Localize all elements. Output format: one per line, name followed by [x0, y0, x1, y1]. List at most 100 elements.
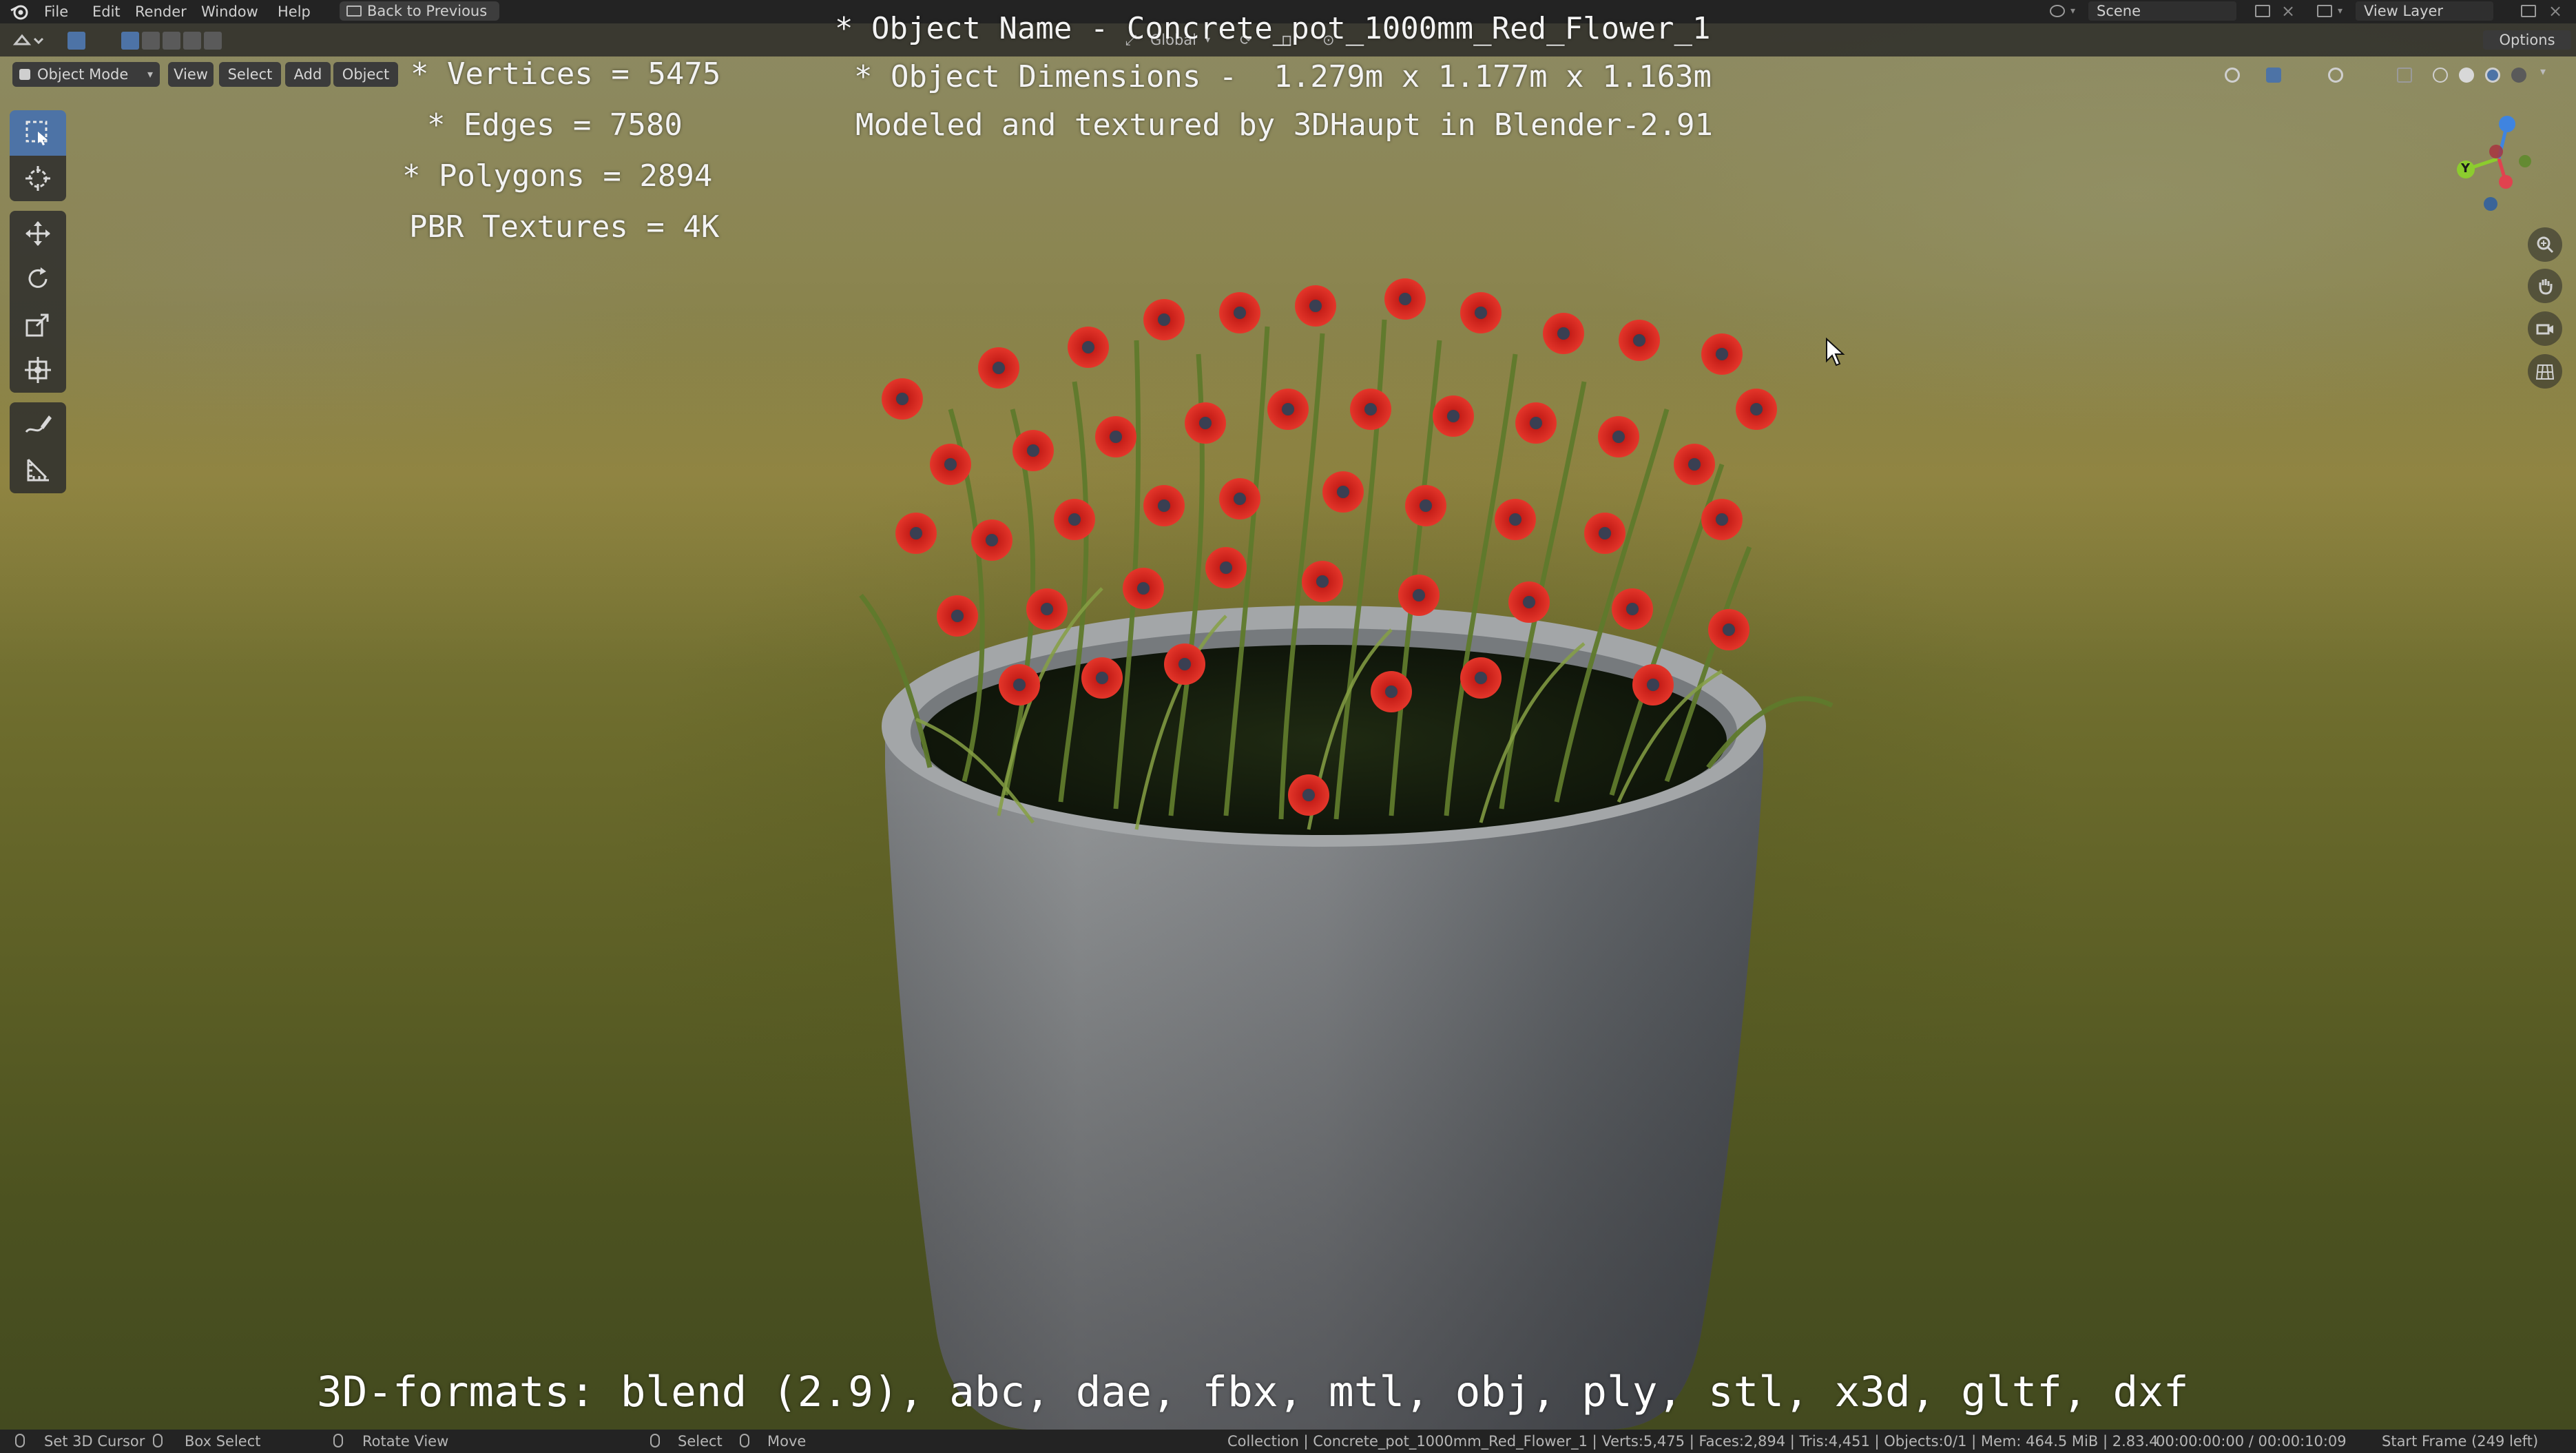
- scene-statistics: Collection | Concrete_pot_1000mm_Red_Flo…: [1227, 1433, 2159, 1450]
- object-mode-icon: [19, 69, 30, 80]
- menu-file[interactable]: File: [44, 3, 68, 21]
- select-box-tool[interactable]: [10, 110, 66, 156]
- rotate-icon: [28, 267, 48, 288]
- annotate-icon: [25, 415, 52, 433]
- editor-type-icon[interactable]: [12, 30, 48, 50]
- info-object-name: * Object Name - Concrete_pot_1000mm_Red_…: [835, 11, 1711, 46]
- hint-move: Move: [767, 1433, 807, 1450]
- menu-render[interactable]: Render: [135, 3, 187, 21]
- mode-label: Object Mode: [37, 66, 129, 83]
- stat-vertices: * Vertices = 5475: [411, 56, 721, 92]
- screen-icon: [346, 6, 362, 17]
- stat-textures: PBR Textures = 4K: [409, 209, 720, 245]
- select-tool-icon[interactable]: [67, 32, 85, 50]
- selection-mode-buttons: [67, 29, 247, 51]
- mode-select[interactable]: Object Mode ▾: [12, 62, 160, 87]
- perspective-toggle-button[interactable]: [2528, 354, 2562, 389]
- new-view-layer-icon[interactable]: [2521, 5, 2536, 17]
- overlays-icon[interactable]: [2328, 68, 2343, 83]
- tool-shelf: [10, 110, 66, 511]
- mouse-left-icon: [15, 1434, 25, 1447]
- transform-icon: [25, 357, 51, 383]
- back-to-previous-button[interactable]: Back to Previous: [340, 1, 499, 21]
- scene-name-field[interactable]: Scene: [2088, 1, 2236, 21]
- chevron-down-icon[interactable]: ▾: [2540, 65, 2546, 78]
- mouse-middle-icon: [333, 1434, 343, 1447]
- info-credits: Modeled and textured by 3DHaupt in Blend…: [855, 107, 1714, 143]
- mode-intersect-icon[interactable]: [204, 32, 222, 50]
- formats-caption: 3D-formats: blend (2.9), abc, dae, fbx, …: [317, 1368, 2189, 1416]
- view-layer-name-field[interactable]: View Layer: [2356, 1, 2493, 21]
- camera-view-button[interactable]: [2528, 311, 2562, 346]
- zoom-icon: [2537, 236, 2554, 254]
- camera-icon: [2536, 324, 2553, 335]
- rotate-tool[interactable]: [10, 256, 66, 302]
- mouse-right-icon: [650, 1434, 660, 1447]
- pan-view-button[interactable]: [2528, 269, 2562, 303]
- chevron-down-icon: ▾: [2338, 6, 2343, 17]
- 3d-viewport[interactable]: [0, 23, 2576, 1430]
- cursor-tool[interactable]: [10, 156, 66, 201]
- menu-window[interactable]: Window: [201, 3, 258, 21]
- new-scene-icon[interactable]: [2255, 5, 2270, 17]
- select-box-icon: [25, 121, 48, 145]
- cursor-icon: [25, 166, 50, 191]
- navigation-gizmo[interactable]: Y: [2438, 110, 2548, 220]
- view-layer-selector[interactable]: ▾ View Layer ×: [2314, 1, 2573, 21]
- transform-tool[interactable]: [10, 347, 66, 393]
- axis-y-label: Y: [2461, 161, 2471, 176]
- mode-subtract-icon[interactable]: [163, 32, 180, 50]
- scene-icon: [2050, 5, 2065, 17]
- mouse-drag-icon: [153, 1434, 163, 1447]
- move-icon: [25, 221, 50, 246]
- menu-object[interactable]: Object: [333, 62, 398, 87]
- scale-tool[interactable]: [10, 302, 66, 347]
- stat-polygons: * Polygons = 2894: [402, 158, 713, 194]
- playback-time: 00:00:00:00 / 00:00:10:09: [2156, 1433, 2347, 1450]
- hint-set-3d-cursor: Set 3D Cursor: [44, 1433, 145, 1450]
- frame-info: Start Frame (249 left): [2382, 1433, 2539, 1450]
- hand-icon: [2539, 279, 2553, 295]
- annotate-tool[interactable]: [10, 402, 66, 448]
- axis-gizmo-icon: [2457, 116, 2531, 211]
- back-to-previous-label: Back to Previous: [367, 3, 488, 19]
- options-button[interactable]: Options: [2483, 30, 2571, 50]
- info-object-dimensions: * Object Dimensions - 1.279m x 1.177m x …: [854, 59, 1712, 94]
- hint-box-select: Box Select: [185, 1433, 261, 1450]
- mode-invert-icon[interactable]: [183, 32, 201, 50]
- blender-window: File Edit Render Window Help Back to Pre…: [0, 0, 2576, 1453]
- viewport-display-controls: ▾: [2218, 62, 2569, 87]
- measure-tool[interactable]: [10, 448, 66, 493]
- mouse-pointer-icon: [1826, 338, 1845, 367]
- visibility-icon[interactable]: [2225, 68, 2240, 83]
- scale-icon: [25, 313, 49, 337]
- scene-render: [859, 278, 1834, 1430]
- move-tool[interactable]: [10, 211, 66, 256]
- menu-add[interactable]: Add: [285, 62, 331, 87]
- scene-selector[interactable]: ▾ Scene ×: [2047, 1, 2298, 21]
- menu-view[interactable]: View: [168, 62, 214, 87]
- rendered-shading-icon[interactable]: [2511, 68, 2526, 83]
- hint-select: Select: [678, 1433, 723, 1450]
- mouse-drag-right-icon: [740, 1434, 749, 1447]
- delete-scene-icon[interactable]: ×: [2281, 1, 2295, 21]
- zoom-view-button[interactable]: [2528, 227, 2562, 262]
- xray-icon[interactable]: [2397, 68, 2412, 83]
- view-layer-icon: [2317, 5, 2332, 17]
- chevron-down-icon: ▾: [2070, 6, 2076, 17]
- wireframe-shading-icon[interactable]: [2433, 68, 2448, 83]
- stat-edges: * Edges = 7580: [427, 107, 683, 143]
- menu-select[interactable]: Select: [219, 62, 281, 87]
- mode-extend-icon[interactable]: [142, 32, 160, 50]
- material-preview-shading-icon[interactable]: [2485, 68, 2500, 83]
- measure-icon: [27, 458, 49, 482]
- grid-icon: [2536, 364, 2554, 380]
- gizmo-toggle-icon[interactable]: [2266, 68, 2281, 83]
- menu-edit[interactable]: Edit: [92, 3, 121, 21]
- status-bar: Set 3D Cursor Box Select Rotate View Sel…: [0, 1430, 2576, 1453]
- menu-help[interactable]: Help: [278, 3, 311, 21]
- solid-shading-icon[interactable]: [2459, 68, 2474, 83]
- delete-view-layer-icon[interactable]: ×: [2548, 1, 2562, 21]
- mode-set-icon[interactable]: [121, 32, 139, 50]
- blender-logo-icon[interactable]: [10, 2, 29, 21]
